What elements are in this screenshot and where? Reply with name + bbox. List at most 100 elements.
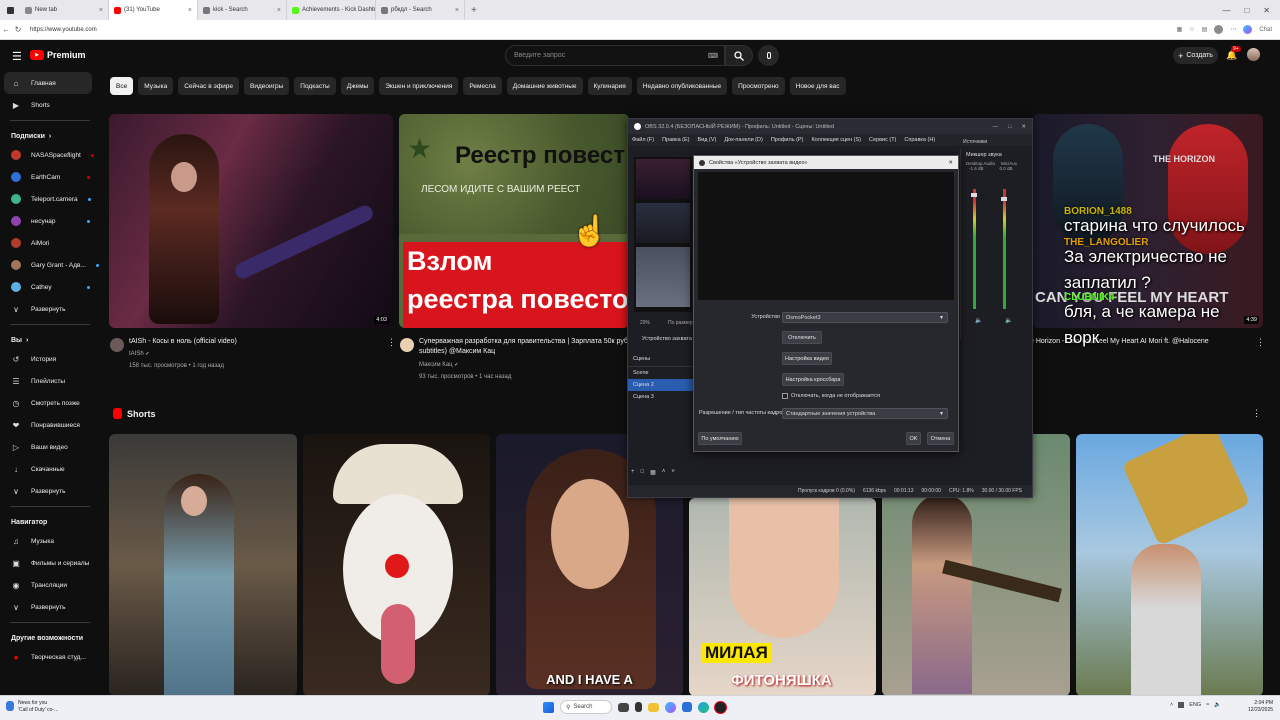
filter-chip[interactable]: Музыка [138,77,174,95]
channel-avatar-2[interactable] [400,338,414,352]
sidebar-item[interactable]: ∨ Развернуть [0,596,100,618]
video-thumbnail-2[interactable]: ★ Реестр повест ЛЕСОМ ИДИТЕ С ВАШИМ РЕЕС… [399,114,629,328]
crossbar-settings-button[interactable]: Настройка кроссбара [782,373,844,386]
video-channel-1[interactable]: tAISh ✔ [129,350,150,359]
chat-label[interactable]: Chat [1259,27,1272,33]
filter-chip[interactable]: Джемы [340,77,375,95]
sidebar-item[interactable]: ● Творческая студ... [0,646,100,668]
deactivate-checkbox[interactable] [782,393,788,399]
sidebar-item[interactable]: ▣ Фильмы и сериалы [0,552,100,574]
remove-scene-icon[interactable]: □ [641,469,645,476]
voice-search-button[interactable] [758,45,779,66]
keyboard-icon[interactable]: ⌨ [708,52,718,60]
tab-close-icon[interactable]: × [277,7,281,14]
filter-chip[interactable]: Ремесла [463,77,502,95]
video-channel-2[interactable]: Максим Кац ✔ [419,361,458,370]
mixer-mute-icon-2[interactable]: 🔈 [1005,317,1012,324]
filter-chip[interactable]: Новое для вас [789,77,846,95]
video-thumbnail-1[interactable]: 4:03 [109,114,393,328]
sidebar-item[interactable]: AiMori [0,232,100,254]
collections-icon[interactable]: ▤ [1202,26,1208,33]
maximize-icon[interactable]: □ [1244,6,1249,15]
filter-chip[interactable]: Кулинария [587,77,632,95]
sidebar-item[interactable]: ∨ Развернуть [0,480,100,502]
filter-icon[interactable]: ▦ [650,469,656,476]
obs-menu-item[interactable]: Док-панели (D) [724,137,762,143]
weather-news-icon[interactable] [6,701,14,711]
youtube-logo[interactable]: ▶ Premium [30,50,86,60]
obs-close-icon[interactable]: ✕ [1021,124,1026,130]
sidebar-item[interactable]: ⌂ Главная [4,72,92,94]
sidebar-item[interactable]: Cathey [0,276,100,298]
explorer-icon[interactable] [648,702,659,712]
device-select[interactable]: OsmoPocket3 ▼ [782,312,948,323]
filter-chip[interactable]: Видеоигры [244,77,290,95]
short-thumbnail-1[interactable] [109,434,297,696]
obs-maximize-icon[interactable]: □ [1008,124,1011,130]
obs-menu-item[interactable]: Файл (F) [632,137,654,143]
sidebar-section-header[interactable]: Подписки › [0,125,100,144]
wifi-icon[interactable]: ≈ [1206,702,1209,708]
close-icon[interactable]: ✕ [1263,6,1270,15]
filter-chip[interactable]: Все [110,77,134,95]
video-title-1[interactable]: tAISh - Косы в ноль (official video) [129,337,379,346]
sidebar-item[interactable]: Gary Grant - Адв... [0,254,100,276]
video-more-icon-1[interactable]: ⋮ [387,337,396,348]
mixer-slider-1[interactable] [971,193,977,197]
video-settings-button[interactable]: Настройка видео [782,352,832,365]
new-tab-button[interactable]: + [471,5,477,16]
copilot-icon[interactable] [1243,25,1253,34]
browser-menu-icon[interactable] [0,0,20,20]
tray-chevron-icon[interactable]: ˄ [1170,702,1173,708]
search-input[interactable]: Введите запрос ⌨ [505,45,725,66]
profile-icon[interactable] [1214,25,1224,34]
sidebar-item[interactable]: ◉ Трансляции [0,574,100,596]
video-title-2-line2[interactable]: subtitles) @Максим Кац [419,347,495,356]
sidebar-section-header[interactable]: Навигатор [0,511,100,530]
tray-app-icon[interactable] [1178,702,1185,708]
sidebar-item[interactable]: ↺ История [0,348,100,370]
browser-tab[interactable]: (31) YouTube × [109,0,198,20]
obs-menu-item[interactable]: Справка (H) [904,137,935,143]
volume-icon[interactable]: 🔈 [1214,702,1221,708]
reload-icon[interactable]: ↻ [12,25,24,34]
obs-menu-item[interactable]: Сервис (T) [869,137,896,143]
video-title-2[interactable]: Суперважная разработка для правительства… [419,337,629,346]
filter-chip[interactable]: Просмотрено [732,77,785,95]
account-avatar[interactable] [1247,48,1260,61]
obs-app-icon[interactable] [715,701,726,713]
add-scene-icon[interactable]: + [631,469,635,476]
filter-chip[interactable]: Недавно опубликованные [636,77,728,95]
short-thumbnail-6[interactable] [1076,434,1263,696]
scene-item[interactable]: Scene [628,367,694,379]
obs-menu-item[interactable]: Вид (V) [698,137,717,143]
obs-minimize-icon[interactable]: — [993,124,999,130]
browser-tab[interactable]: рбкдл - Search × [376,0,465,20]
sidebar-item[interactable]: Teleport.camera [0,188,100,210]
disable-button[interactable]: Отключить [782,331,822,344]
sidebar-item[interactable]: ❤ Понравившиеся [0,414,100,436]
filter-chip[interactable]: Сейчас в эфире [178,77,239,95]
resolution-select[interactable]: Стандартные значения устройства ▼ [782,408,948,419]
create-button[interactable]: + Создать [1173,47,1218,64]
channel-avatar-1[interactable] [110,338,124,352]
language-indicator[interactable]: ENG [1189,702,1201,708]
ok-button[interactable]: OK [906,432,921,445]
extensions-icon[interactable]: ▦ [1177,26,1183,33]
sidebar-item[interactable]: ▶ Shorts [0,94,100,116]
favorites-icon[interactable]: ☆ [1189,26,1194,33]
sidebar-section-header[interactable]: Вы › [0,329,100,348]
defaults-button[interactable]: По умолчанию [698,432,742,445]
news-widget[interactable]: News for you 'Call of Duty' co-... [18,700,58,714]
sidebar-item[interactable]: несунар [0,210,100,232]
sidebar-item[interactable]: EarthCam [0,166,100,188]
short-thumbnail-2[interactable] [303,434,490,696]
url-field[interactable]: https://www.youtube.com [30,27,1177,33]
task-view-icon[interactable] [618,702,629,712]
short-thumbnail-4[interactable]: МИЛАЯ ФИТОНЯШКА [689,498,876,696]
sidebar-item[interactable]: NASASpaceflight [0,144,100,166]
mixer-mute-icon-1[interactable]: 🔈 [975,317,982,324]
browser-tab[interactable]: Achievements - Kick Dashboard× [287,0,376,20]
filter-chip[interactable]: Подкасты [294,77,336,95]
up-icon[interactable]: ˄ [662,469,666,476]
